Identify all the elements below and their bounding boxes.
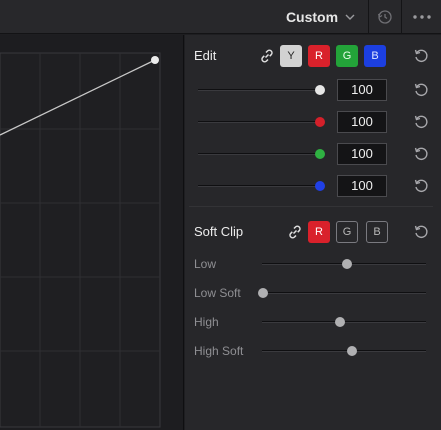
- g-slider-track[interactable]: [198, 153, 322, 155]
- reset-icon[interactable]: [413, 114, 429, 130]
- y-slider-knob[interactable]: [315, 85, 325, 95]
- top-toolbar: Custom: [0, 0, 441, 34]
- curve-graph[interactable]: [0, 35, 184, 430]
- softclip-channel-r-button[interactable]: R: [308, 221, 330, 243]
- more-options-button[interactable]: [402, 0, 441, 34]
- low-soft-slider-knob[interactable]: [258, 288, 268, 298]
- reset-icon[interactable]: [413, 146, 429, 162]
- reset-icon[interactable]: [413, 82, 429, 98]
- high-slider-knob[interactable]: [335, 317, 346, 327]
- history-button[interactable]: [369, 0, 401, 34]
- y-value-field[interactable]: 100: [337, 79, 387, 101]
- section-divider: [189, 206, 433, 207]
- g-value-field[interactable]: 100: [337, 143, 387, 165]
- g-slider-knob[interactable]: [315, 149, 325, 159]
- b-value-field[interactable]: 100: [337, 175, 387, 197]
- high-soft-label: High Soft: [194, 344, 244, 358]
- b-slider-track[interactable]: [198, 185, 322, 187]
- high-label: High: [194, 315, 219, 329]
- edit-title: Edit: [194, 48, 217, 63]
- low-soft-slider-track[interactable]: [262, 292, 426, 294]
- history-reset-icon: [377, 10, 392, 24]
- r-value-field[interactable]: 100: [337, 111, 387, 133]
- soft-clip-title: Soft Clip: [194, 224, 244, 239]
- low-slider-knob[interactable]: [341, 259, 352, 269]
- reset-icon[interactable]: [413, 224, 429, 240]
- r-slider-track[interactable]: [198, 121, 322, 123]
- channel-b-button[interactable]: B: [364, 45, 386, 67]
- low-soft-label: Low Soft: [194, 286, 241, 300]
- low-label: Low: [194, 257, 217, 271]
- high-soft-slider-knob[interactable]: [346, 346, 357, 356]
- channel-y-button[interactable]: Y: [280, 45, 302, 67]
- y-slider-track[interactable]: [198, 89, 322, 91]
- high-soft-slider-track[interactable]: [262, 350, 426, 352]
- softclip-channel-b-button[interactable]: B: [366, 221, 388, 243]
- curve-graph-panel: [0, 35, 184, 430]
- curve-control-point[interactable]: [151, 56, 159, 64]
- preset-dropdown[interactable]: Custom: [276, 0, 366, 34]
- channel-g-button[interactable]: G: [336, 45, 358, 67]
- link-icon[interactable]: [259, 48, 275, 64]
- curve-settings-panel: Edit Y R G B 100 100 100 100 Soft Clip R…: [185, 35, 441, 430]
- softclip-channel-g-button[interactable]: G: [336, 221, 358, 243]
- b-slider-knob[interactable]: [315, 181, 325, 191]
- reset-icon[interactable]: [413, 48, 429, 64]
- chevron-down-icon: [345, 14, 355, 20]
- toolbar-left-area: [0, 0, 270, 34]
- r-slider-knob[interactable]: [315, 117, 325, 127]
- more-options-icon: [412, 15, 431, 19]
- preset-label: Custom: [285, 9, 339, 25]
- channel-r-button[interactable]: R: [308, 45, 330, 67]
- reset-icon[interactable]: [413, 178, 429, 194]
- link-icon[interactable]: [287, 224, 303, 240]
